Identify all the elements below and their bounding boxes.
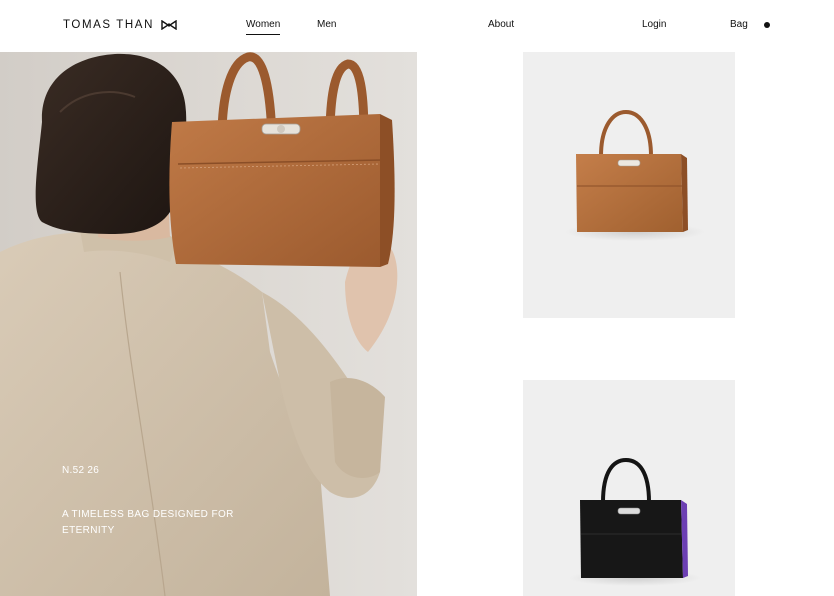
bag-indicator-dot	[764, 22, 770, 28]
product-card-black[interactable]	[523, 380, 735, 596]
hero-section[interactable]: N.52 26 A TIMELESS BAG DESIGNED FOR ETER…	[0, 52, 417, 596]
hero-tagline: A TIMELESS BAG DESIGNED FOR ETERNITY	[62, 509, 234, 536]
tan-tote-image	[565, 109, 705, 241]
hero-product-code: N.52 26	[62, 465, 100, 476]
nav-women[interactable]: Women	[246, 19, 281, 35]
nav-bag[interactable]: Bag	[730, 19, 748, 30]
black-tote-image	[569, 457, 701, 586]
product-card-tan[interactable]	[523, 52, 735, 318]
bowtie-logo-icon	[161, 20, 177, 30]
nav-men[interactable]: Men	[317, 19, 336, 30]
brand-name: TOMAS THAN	[63, 19, 154, 31]
nav-login[interactable]: Login	[642, 19, 666, 30]
nav-about[interactable]: About	[488, 19, 514, 30]
brand-logo[interactable]: TOMAS THAN	[63, 19, 177, 31]
site-header: TOMAS THAN Women Men About Login Bag	[0, 0, 834, 52]
